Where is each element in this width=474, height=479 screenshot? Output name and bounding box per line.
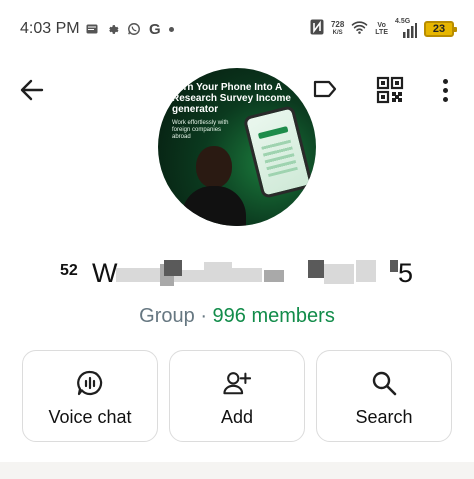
network-speed: 728 K/S	[331, 21, 344, 37]
status-bar: 4:03 PM G 728 K/S Vo LTE 4.5G 23	[0, 0, 474, 58]
avatar-subtext: Work effortlessly with foreign companies…	[172, 120, 229, 140]
status-time: 4:03 PM	[20, 20, 80, 37]
avatar-person-graphic	[182, 146, 246, 226]
group-name-suffix: 5	[398, 258, 414, 288]
group-type-label: Group	[139, 305, 195, 327]
members-count[interactable]: 996 members	[213, 305, 335, 327]
arrow-left-icon	[20, 79, 44, 101]
search-icon	[370, 369, 398, 397]
message-icon	[86, 24, 98, 34]
battery-indicator: 23	[424, 21, 457, 37]
voice-chat-icon	[76, 369, 104, 397]
wifi-icon	[351, 20, 368, 39]
vo-label: Vo	[377, 22, 386, 29]
qr-code-icon	[376, 76, 404, 104]
voice-chat-label: Voice chat	[48, 407, 132, 427]
section-divider	[0, 462, 474, 479]
whatsapp-icon	[127, 22, 141, 36]
gear-icon	[106, 23, 119, 36]
more-vertical-icon	[442, 78, 448, 102]
qr-code-button[interactable]	[376, 76, 404, 104]
subtitle-separator: ·	[200, 305, 207, 327]
label-tag-icon	[313, 80, 337, 98]
lte-label: LTE	[375, 29, 388, 36]
google-icon: G	[149, 20, 161, 38]
voice-chat-button[interactable]: Voice chat	[22, 350, 158, 442]
volte-indicator: Vo LTE	[375, 22, 388, 36]
add-member-button[interactable]: Add	[169, 350, 305, 442]
network-speed-unit: K/S	[332, 30, 343, 36]
status-system-icons: 728 K/S Vo LTE 4.5G 23	[310, 17, 457, 41]
signal-icon: 4.5G	[395, 18, 417, 38]
add-label: Add	[220, 407, 254, 427]
group-avatar[interactable]: Turn Your Phone Into A Research Survey I…	[158, 68, 316, 226]
avatar-phone-graphic	[242, 104, 314, 200]
search-button[interactable]: Search	[316, 350, 452, 442]
group-name-visible: W	[92, 258, 118, 288]
search-label: Search	[355, 407, 413, 427]
more-options-button[interactable]	[436, 76, 454, 104]
nfc-icon	[310, 19, 324, 40]
group-name[interactable]: 52 W 5	[60, 258, 420, 292]
label-button[interactable]	[312, 78, 340, 102]
status-notification-icons: G	[86, 20, 174, 38]
dot-icon	[168, 26, 174, 32]
network-speed-value: 728	[330, 20, 345, 29]
back-button[interactable]	[18, 76, 46, 104]
group-name-prefix: 52	[60, 262, 78, 279]
group-subtitle[interactable]: Group · 996 members	[0, 305, 474, 328]
add-person-icon	[223, 369, 251, 397]
